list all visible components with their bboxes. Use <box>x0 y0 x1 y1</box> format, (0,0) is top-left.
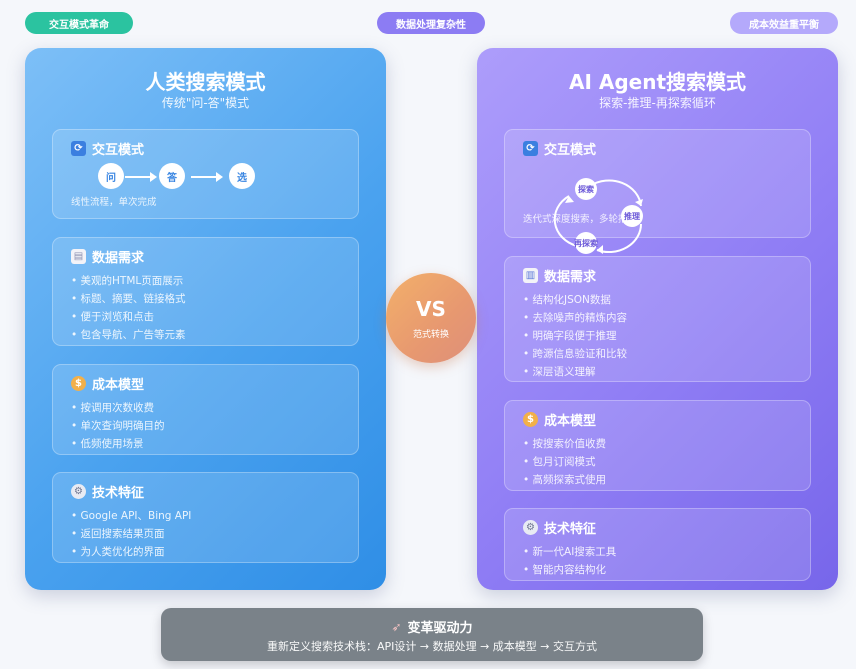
list-item: 高频探索式使用 <box>523 471 607 489</box>
tech-card: ⚙ 技术特征 Google API、Bing API 返回搜索结果页面 为人类优… <box>52 472 359 563</box>
data-list: 结构化JSON数据 去除噪声的精炼内容 明确字段便于推理 跨源信息验证和比较 深… <box>523 291 628 381</box>
tech-list: Google API、Bing API 返回搜索结果页面 为人类优化的界面 <box>71 507 192 561</box>
list-item: 结构化JSON数据 <box>523 291 627 309</box>
list-item: 美观的HTML页面展示 <box>71 272 186 290</box>
card-title: 成本模型 <box>544 414 597 429</box>
bar-chart-icon: ▥ <box>523 268 538 283</box>
card-title: 技术特征 <box>92 486 145 501</box>
list-item: 低频使用场景 <box>71 435 165 453</box>
panel-title: 人类搜索模式 <box>145 70 266 94</box>
panel-subtitle: 传统"问-答"模式 <box>161 96 250 110</box>
list-item: 便于浏览和点击 <box>71 308 186 326</box>
interaction-card: ⟳ 交互模式 问 答 选 线性流程，单次完成 <box>52 129 359 219</box>
list-item: 返回搜索结果页面 <box>71 525 191 543</box>
list-item: 跨源信息验证和比较 <box>523 345 628 363</box>
list-item: 按搜索价值收费 <box>523 435 607 453</box>
data-card: ▥ 数据需求 结构化JSON数据 去除噪声的精炼内容 明确字段便于推理 跨源信息… <box>504 256 811 382</box>
cycle-node-re-explore: 再探索 <box>574 232 598 254</box>
ai-agent-search-panel: AI Agent搜索模式 探索-推理-再探索循环 ⟳ 交互模式 迭代式深度搜索，… <box>477 48 838 590</box>
list-item: 明确字段便于推理 <box>523 327 627 345</box>
data-card: ▤ 数据需求 美观的HTML页面展示 标题、摘要、链接格式 便于浏览和点击 包含… <box>52 237 359 346</box>
flow-node-answer: 答 <box>159 163 185 189</box>
cost-card: $ 成本模型 按调用次数收费 单次查询明确目的 低频使用场景 <box>52 364 359 455</box>
gear-icon: ⚙ <box>71 484 86 499</box>
list-item: Google API、Bing API <box>71 507 192 525</box>
rocket-icon: ➶ <box>391 619 402 634</box>
cost-list: 按搜索价值收费 包月订阅模式 高频探索式使用 <box>523 435 607 489</box>
cycle-node-explore: 探索 <box>575 178 597 200</box>
arrow-icon <box>191 172 223 182</box>
driving-force-bar: ➶ 变革驱动力 重新定义搜索技术栈：API设计 → 数据处理 → 成本模型 → … <box>161 608 703 661</box>
card-title: 技术特征 <box>544 522 597 537</box>
vs-subtitle: 范式转换 <box>412 329 449 340</box>
vs-label: VS <box>416 296 446 321</box>
list-item: 智能内容结构化 <box>523 561 616 579</box>
card-title: 成本模型 <box>92 378 145 393</box>
gear-icon: ⚙ <box>523 520 538 535</box>
list-item: 新一代AI搜索工具 <box>523 543 617 561</box>
card-title: 数据需求 <box>92 251 145 266</box>
cycle-note: 迭代式深度搜索，多轮推理 <box>523 214 638 225</box>
money-bag-icon: $ <box>71 376 86 391</box>
cycle-icon: ⟳ <box>523 141 538 156</box>
flow-node-select: 选 <box>229 163 255 189</box>
tech-card: ⚙ 技术特征 新一代AI搜索工具 智能内容结构化 <box>504 508 811 581</box>
tag-data-complexity: 数据处理复杂性 <box>377 12 485 34</box>
list-item: 标题、摘要、链接格式 <box>71 290 186 308</box>
cycle-node-reason: 推理 <box>621 205 643 227</box>
bottom-subtitle: 重新定义搜索技术栈：API设计 → 数据处理 → 成本模型 → 交互方式 <box>266 640 598 653</box>
panel-title: AI Agent搜索模式 <box>568 70 747 94</box>
document-icon: ▤ <box>71 249 86 264</box>
list-item: 单次查询明确目的 <box>71 417 165 435</box>
list-item: 包含导航、广告等元素 <box>71 326 186 344</box>
cycle-icon: ⟳ <box>71 141 86 156</box>
bottom-title: 变革驱动力 <box>407 621 473 636</box>
tech-list: 新一代AI搜索工具 智能内容结构化 <box>523 543 617 579</box>
flow-node-ask: 问 <box>98 163 124 189</box>
data-list: 美观的HTML页面展示 标题、摘要、链接格式 便于浏览和点击 包含导航、广告等元… <box>71 272 186 344</box>
human-search-panel: 人类搜索模式 传统"问-答"模式 ⟳ 交互模式 问 答 选 线性流程，单次完成 … <box>25 48 386 590</box>
tag-interaction-revolution: 交互模式革命 <box>25 12 133 34</box>
panel-subtitle: 探索-推理-再探索循环 <box>599 96 716 110</box>
vs-badge: VS 范式转换 <box>386 273 476 363</box>
cost-card: $ 成本模型 按搜索价值收费 包月订阅模式 高频探索式使用 <box>504 400 811 491</box>
interaction-card: ⟳ 交互模式 迭代式深度搜索，多轮推理 探索 推理 再探索 <box>504 129 811 254</box>
card-title: 交互模式 <box>544 143 597 158</box>
list-item: 去除噪声的精炼内容 <box>523 309 628 327</box>
list-item: 按调用次数收费 <box>71 399 165 417</box>
card-title: 交互模式 <box>92 143 145 158</box>
cost-list: 按调用次数收费 单次查询明确目的 低频使用场景 <box>71 399 165 453</box>
money-bag-icon: $ <box>523 412 538 427</box>
list-item: 为人类优化的界面 <box>71 543 191 561</box>
list-item: 深层语义理解 <box>523 363 627 381</box>
arrow-icon <box>125 172 157 182</box>
card-title: 数据需求 <box>544 270 597 285</box>
tag-cost-rebalance: 成本效益重平衡 <box>730 12 838 34</box>
list-item: 包月订阅模式 <box>523 453 606 471</box>
flow-note: 线性流程，单次完成 <box>71 197 157 208</box>
